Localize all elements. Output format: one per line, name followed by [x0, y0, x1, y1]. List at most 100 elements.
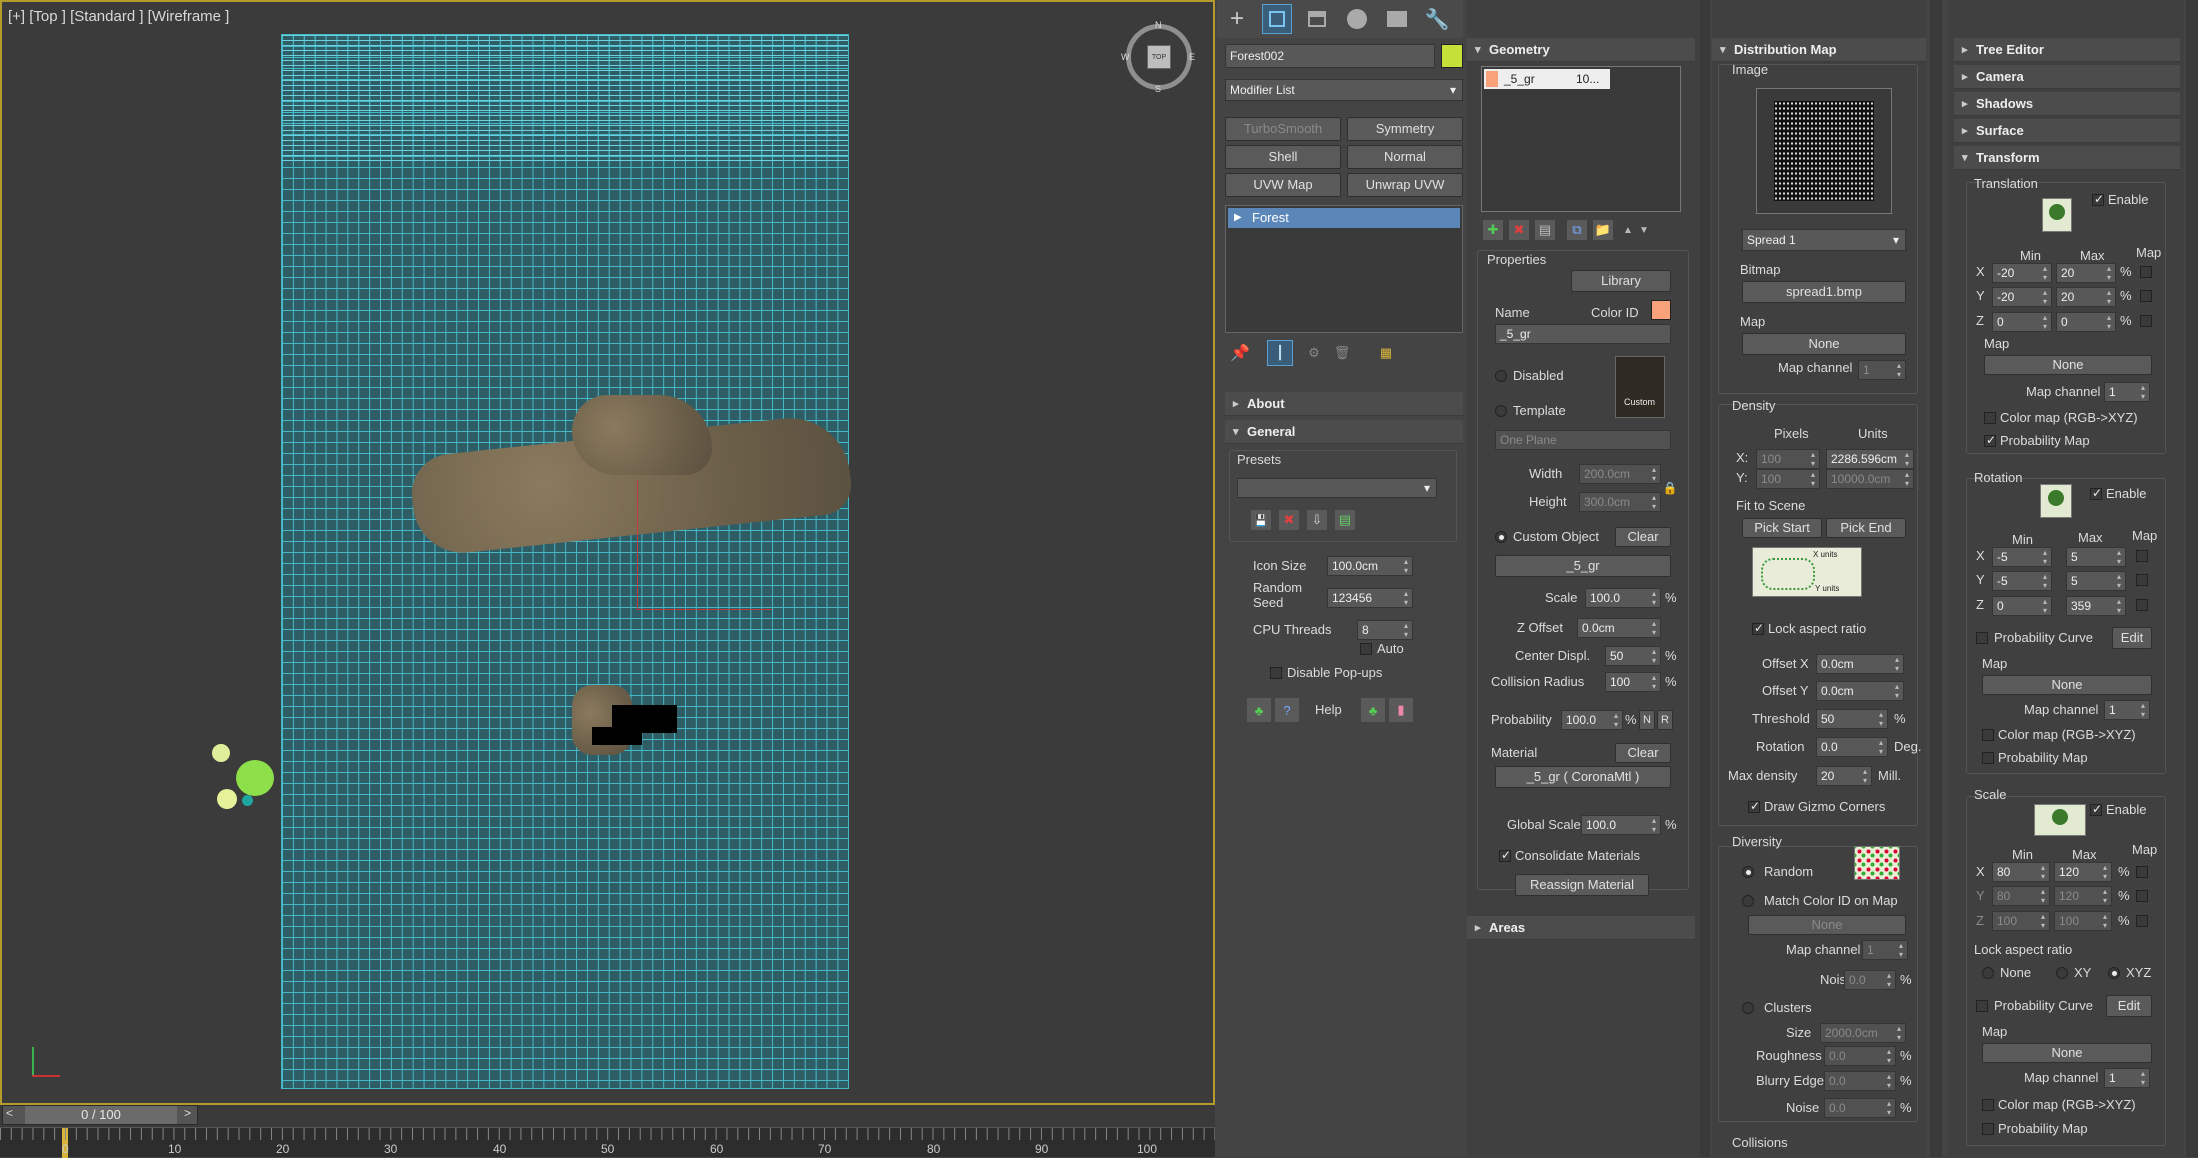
- prev-frame-button[interactable]: <: [6, 1106, 13, 1120]
- rollout-general-title[interactable]: General: [1225, 420, 1463, 444]
- unwrap-uvw-button[interactable]: Unwrap UVW: [1347, 173, 1463, 197]
- help-icon[interactable]: ?: [1275, 698, 1299, 722]
- rollout-about[interactable]: About: [1225, 392, 1463, 416]
- probability-n-button[interactable]: N: [1639, 710, 1655, 730]
- rollout-geometry[interactable]: Geometry: [1467, 38, 1695, 62]
- material-pick-button[interactable]: _5_gr ( CoronaMtl ): [1495, 766, 1671, 788]
- rollout-surface[interactable]: Surface: [1954, 119, 2180, 143]
- rollout-areas[interactable]: Areas: [1467, 916, 1695, 940]
- utilities-tab-icon[interactable]: 🔧: [1422, 4, 1452, 34]
- units-x-input[interactable]: 2286.596cm: [1826, 449, 1914, 469]
- scale-edit-button[interactable]: Edit: [2106, 995, 2152, 1017]
- rotation-x-map-checkbox[interactable]: [2136, 550, 2148, 562]
- rollout-distribution[interactable]: Distribution Map: [1712, 38, 1926, 62]
- rotation-y-min[interactable]: -5: [1992, 571, 2052, 591]
- translation-y-max[interactable]: 20: [2056, 287, 2116, 307]
- z-offset-input[interactable]: 0.0cm: [1577, 618, 1661, 638]
- delete-modifier-icon[interactable]: 🗑: [1331, 342, 1353, 364]
- draw-gizmo-checkbox[interactable]: [1748, 799, 1760, 813]
- forest-pack-icon[interactable]: ♣: [1361, 698, 1385, 722]
- rollout-about-title[interactable]: About: [1225, 392, 1463, 416]
- rollout-tree-editor-title[interactable]: Tree Editor: [1954, 38, 2180, 62]
- folder-icon[interactable]: 📁: [1593, 220, 1613, 240]
- rollout-surface-title[interactable]: Surface: [1954, 119, 2180, 143]
- width-input[interactable]: 200.0cm: [1579, 464, 1661, 484]
- scale-y-min[interactable]: 80: [1992, 886, 2050, 906]
- scale-x-min[interactable]: 80: [1992, 862, 2050, 882]
- shell-button[interactable]: Shell: [1225, 145, 1341, 169]
- timeline-ruler[interactable]: 0 10 20 30 40 50 60 70 80 90 100: [0, 1127, 1215, 1158]
- max-density-input[interactable]: 20: [1816, 766, 1872, 786]
- delete-preset-icon[interactable]: ✖: [1279, 510, 1299, 530]
- rotation-z-map-checkbox[interactable]: [2136, 599, 2148, 611]
- noise2-input[interactable]: 0.0: [1824, 1098, 1896, 1118]
- object-color-swatch[interactable]: [1441, 44, 1463, 68]
- map-button[interactable]: None: [1742, 333, 1906, 355]
- translation-x-max[interactable]: 20: [2056, 263, 2116, 283]
- rollout-areas-title[interactable]: Areas: [1467, 916, 1695, 940]
- spread-dropdown[interactable]: Spread 1 ▾: [1742, 229, 1906, 251]
- global-scale-input[interactable]: 100.0: [1581, 815, 1661, 835]
- help-label[interactable]: Help: [1315, 702, 1342, 717]
- geometry-list[interactable]: _5_gr 10...: [1481, 66, 1681, 212]
- lock-xyz-radio[interactable]: [2108, 967, 2120, 979]
- random-radio[interactable]: [1742, 866, 1754, 878]
- custom-object-pick-button[interactable]: _5_gr: [1495, 555, 1671, 577]
- presets-dropdown[interactable]: ▾: [1237, 478, 1437, 498]
- transform-scrollbar[interactable]: [2186, 0, 2198, 1157]
- move-down-icon[interactable]: ▼: [1637, 220, 1651, 240]
- disable-popups-checkbox[interactable]: [1270, 667, 1282, 679]
- copy-icon[interactable]: ⧉: [1567, 220, 1587, 240]
- pixels-x-input[interactable]: 100: [1756, 449, 1820, 469]
- icon-size-input[interactable]: 100.0cm: [1327, 556, 1413, 576]
- noise-input[interactable]: 0.0: [1844, 970, 1896, 990]
- viewport-label[interactable]: [+] [Top ] [Standard ] [Wireframe ]: [8, 8, 229, 25]
- time-slider[interactable]: < 0 / 100 >: [2, 1105, 198, 1125]
- turbosmooth-button[interactable]: TurboSmooth: [1225, 117, 1341, 141]
- tree-icon[interactable]: [212, 744, 230, 762]
- scale-z-map-checkbox[interactable]: [2136, 915, 2148, 927]
- template-radio[interactable]: [1495, 405, 1507, 417]
- translation-probability-map-checkbox[interactable]: [1984, 433, 1996, 447]
- modify-tab-icon[interactable]: [1262, 4, 1292, 34]
- rollout-distribution-title[interactable]: Distribution Map: [1712, 38, 1926, 62]
- match-map-button[interactable]: None: [1748, 915, 1906, 935]
- create-tab-icon[interactable]: +: [1222, 4, 1252, 34]
- scale-prob-curve-checkbox[interactable]: [1976, 1000, 1988, 1012]
- consolidate-materials-checkbox[interactable]: [1499, 848, 1511, 862]
- tree-icon[interactable]: [242, 795, 253, 806]
- distribution-scrollbar[interactable]: [1930, 0, 1942, 1157]
- display-tab-icon[interactable]: [1382, 4, 1412, 34]
- translation-color-map-checkbox[interactable]: [1984, 412, 1996, 424]
- hierarchy-tab-icon[interactable]: [1302, 4, 1332, 34]
- add-geometry-icon[interactable]: ✚: [1483, 220, 1503, 240]
- move-up-icon[interactable]: ▲: [1621, 220, 1635, 240]
- clear-custom-object-button[interactable]: Clear: [1615, 527, 1671, 547]
- scale-probability-map-checkbox[interactable]: [1982, 1123, 1994, 1135]
- scale-map-channel-input[interactable]: 1: [2104, 1068, 2150, 1088]
- blurry-edge-input[interactable]: 0.0: [1824, 1071, 1896, 1091]
- scale-y-map-checkbox[interactable]: [2136, 890, 2148, 902]
- viewport-top[interactable]: [+] [Top ] [Standard ] [Wireframe ] TOP …: [0, 0, 1215, 1105]
- modifier-list-dropdown[interactable]: Modifier List ▾: [1225, 79, 1463, 101]
- distribution-map-preview[interactable]: [1756, 88, 1892, 214]
- translation-z-max[interactable]: 0: [2056, 312, 2116, 332]
- lock-none-radio[interactable]: [1982, 967, 1994, 979]
- rotation-x-max[interactable]: 5: [2066, 547, 2126, 567]
- geometry-list-item[interactable]: _5_gr 10...: [1484, 69, 1610, 89]
- rollout-general[interactable]: General: [1225, 420, 1463, 444]
- time-slider-thumb[interactable]: 0 / 100: [25, 1106, 177, 1124]
- expand-icon[interactable]: ▶: [1234, 208, 1242, 228]
- bitmap-button[interactable]: spread1.bmp: [1742, 281, 1906, 303]
- auto-checkbox[interactable]: [1360, 643, 1372, 655]
- tree-icon[interactable]: [217, 789, 237, 809]
- rotation-z-max[interactable]: 359: [2066, 596, 2126, 616]
- load-preset-icon[interactable]: ⇩: [1307, 510, 1327, 530]
- rotation-color-map-checkbox[interactable]: [1982, 729, 1994, 741]
- rotation-y-max[interactable]: 5: [2066, 571, 2126, 591]
- pick-end-button[interactable]: Pick End: [1826, 518, 1906, 538]
- scale-z-min[interactable]: 100: [1992, 911, 2050, 931]
- motion-tab-icon[interactable]: [1342, 4, 1372, 34]
- rotation-input[interactable]: 0.0: [1816, 737, 1888, 757]
- save-preset-icon[interactable]: 💾: [1251, 510, 1271, 530]
